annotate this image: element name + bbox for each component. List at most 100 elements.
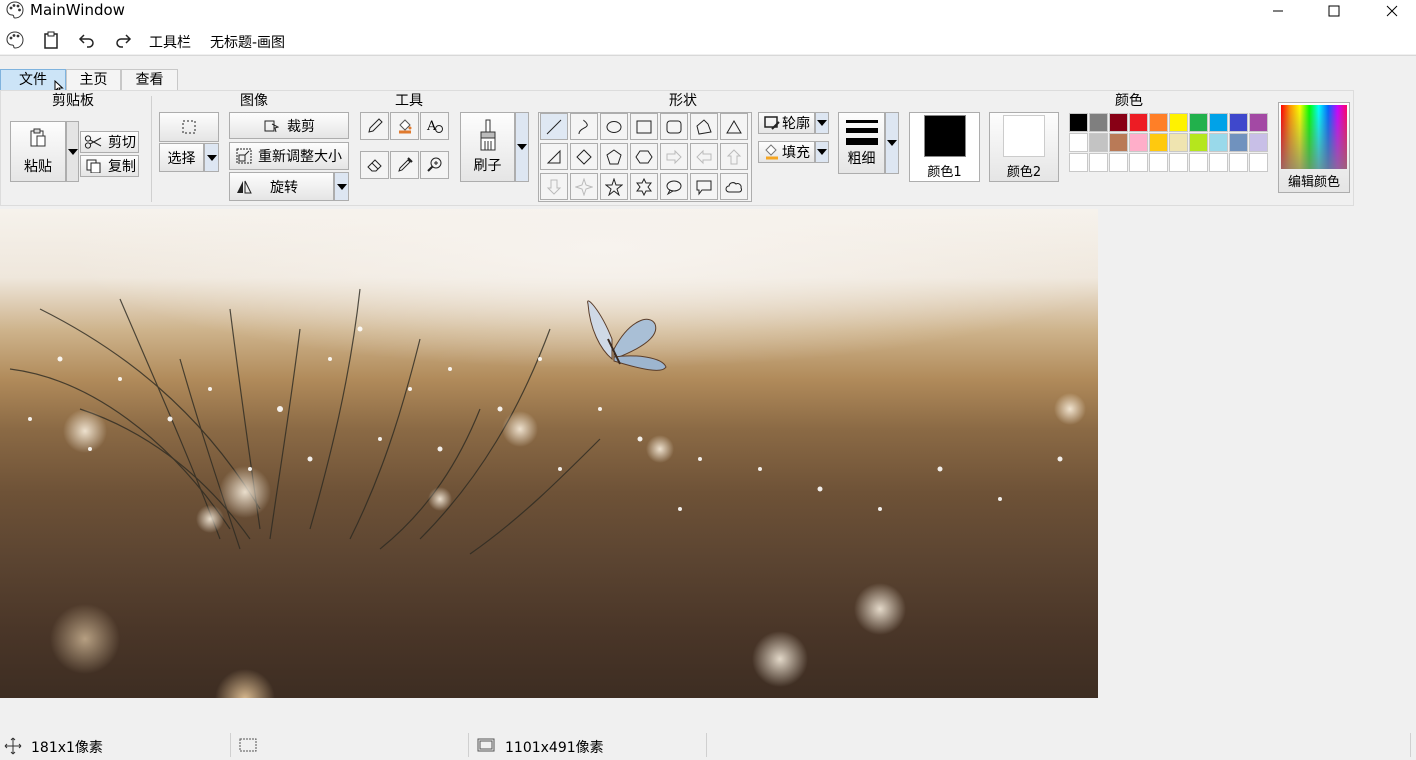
palette-swatch[interactable] — [1189, 113, 1208, 132]
shape-right-triangle[interactable] — [540, 143, 568, 170]
redo-icon[interactable] — [114, 31, 132, 53]
palette-swatch[interactable] — [1089, 133, 1108, 152]
rotate-button[interactable]: 旋转 — [229, 172, 334, 201]
rotate-dropdown[interactable] — [334, 172, 349, 201]
copy-button[interactable]: 复制 — [80, 155, 139, 177]
undo-icon[interactable] — [78, 31, 96, 53]
palette-swatch[interactable] — [1169, 153, 1188, 172]
outline-button[interactable]: 轮廓 — [758, 112, 815, 134]
toolbar-label[interactable]: 工具栏 — [149, 32, 191, 52]
tab-home[interactable]: 主页 — [66, 69, 121, 90]
palette-swatch[interactable] — [1109, 113, 1128, 132]
shape-rounded-rectangle[interactable] — [660, 113, 688, 140]
outline-dropdown[interactable] — [815, 112, 829, 134]
minimize-button[interactable] — [1255, 0, 1301, 22]
palette-swatch[interactable] — [1209, 133, 1228, 152]
color-palette — [1068, 112, 1270, 172]
palette-swatch[interactable] — [1089, 153, 1108, 172]
palette-swatch[interactable] — [1109, 133, 1128, 152]
close-button[interactable] — [1369, 0, 1415, 22]
shape-polygon[interactable] — [690, 113, 718, 140]
brush-dropdown[interactable] — [515, 112, 529, 182]
shape-diamond[interactable] — [570, 143, 598, 170]
outline-icon — [764, 116, 780, 130]
resize-button[interactable]: 重新调整大小 — [229, 142, 349, 170]
shape-four-point-star[interactable] — [570, 173, 598, 200]
divider — [0, 55, 1416, 56]
palette-swatch[interactable] — [1189, 153, 1208, 172]
palette-menu-icon[interactable] — [6, 31, 24, 53]
left-arrow-icon — [696, 149, 712, 164]
size-dropdown[interactable] — [885, 112, 899, 174]
edit-colors-button[interactable]: 编辑颜色 — [1278, 102, 1350, 193]
shape-five-point-star[interactable] — [600, 173, 628, 200]
fill-button[interactable]: 填充 — [758, 141, 815, 163]
five-point-star-icon — [605, 177, 623, 196]
palette-swatch[interactable] — [1209, 113, 1228, 132]
palette-swatch[interactable] — [1129, 133, 1148, 152]
paste-dropdown[interactable] — [66, 121, 79, 182]
pencil-tool[interactable] — [360, 112, 389, 140]
shape-line[interactable] — [540, 113, 568, 140]
brush-button[interactable]: 刷子 — [460, 112, 515, 182]
shape-triangle[interactable] — [720, 113, 748, 140]
oval-icon — [606, 120, 622, 133]
cursor-position-icon — [4, 737, 22, 759]
palette-swatch[interactable] — [1229, 153, 1248, 172]
palette-swatch[interactable] — [1109, 153, 1128, 172]
palette-swatch[interactable] — [1129, 153, 1148, 172]
text-tool[interactable]: A — [420, 112, 449, 140]
shape-cloud[interactable] — [720, 173, 748, 200]
palette-swatch[interactable] — [1129, 113, 1148, 132]
color-picker-tool[interactable] — [390, 151, 419, 179]
fill-dropdown[interactable] — [815, 141, 829, 163]
shape-oval[interactable] — [600, 113, 628, 140]
color1-button[interactable]: 颜色1 — [909, 112, 980, 182]
palette-app-icon — [6, 1, 24, 23]
shape-left-arrow[interactable] — [690, 143, 718, 170]
select-button[interactable]: 选择 — [159, 143, 204, 172]
palette-swatch[interactable] — [1209, 153, 1228, 172]
palette-swatch[interactable] — [1229, 133, 1248, 152]
shape-pentagon[interactable] — [600, 143, 628, 170]
drawing-canvas[interactable] — [0, 209, 1098, 698]
palette-swatch[interactable] — [1169, 113, 1188, 132]
select-dropdown[interactable] — [204, 143, 219, 172]
palette-swatch[interactable] — [1169, 133, 1188, 152]
fill-tool[interactable] — [390, 112, 419, 140]
crop-button[interactable]: 裁剪 — [229, 112, 349, 139]
palette-swatch[interactable] — [1249, 153, 1268, 172]
palette-swatch[interactable] — [1089, 113, 1108, 132]
palette-swatch[interactable] — [1149, 153, 1168, 172]
palette-swatch[interactable] — [1189, 133, 1208, 152]
shape-six-point-star[interactable] — [630, 173, 658, 200]
shape-up-arrow[interactable] — [720, 143, 748, 170]
palette-swatch[interactable] — [1069, 153, 1088, 172]
shape-hexagon[interactable] — [630, 143, 658, 170]
shape-rect-callout[interactable] — [690, 173, 718, 200]
palette-swatch[interactable] — [1149, 133, 1168, 152]
eraser-icon — [366, 159, 382, 172]
eraser-tool[interactable] — [360, 151, 389, 179]
color2-button[interactable]: 颜色2 — [989, 112, 1059, 182]
magnifier-tool[interactable] — [420, 151, 449, 179]
palette-swatch[interactable] — [1149, 113, 1168, 132]
clipboard-icon[interactable] — [42, 31, 60, 53]
palette-swatch[interactable] — [1069, 113, 1088, 132]
palette-swatch[interactable] — [1249, 113, 1268, 132]
palette-swatch[interactable] — [1249, 133, 1268, 152]
size-button[interactable]: 粗细 — [838, 112, 885, 174]
palette-swatch[interactable] — [1069, 133, 1088, 152]
shape-down-arrow[interactable] — [540, 173, 568, 200]
shape-right-arrow[interactable] — [660, 143, 688, 170]
shape-oval-callout[interactable] — [660, 173, 688, 200]
shape-rectangle[interactable] — [630, 113, 658, 140]
shape-curve[interactable] — [570, 113, 598, 140]
palette-swatch[interactable] — [1229, 113, 1248, 132]
tab-view[interactable]: 查看 — [121, 69, 178, 90]
select-label: 选择 — [167, 150, 196, 167]
select-area-button[interactable] — [159, 112, 219, 142]
paste-button[interactable]: 粘贴 — [10, 121, 66, 182]
maximize-button[interactable] — [1311, 0, 1357, 22]
cut-button[interactable]: 剪切 — [80, 131, 139, 153]
